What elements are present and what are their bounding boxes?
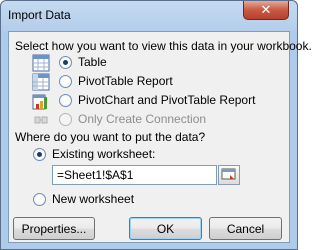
pivotchart-icon	[32, 94, 47, 110]
new-worksheet-radio[interactable]	[33, 193, 46, 206]
pivotchart-radio[interactable]	[59, 94, 72, 107]
connection-option-label: Only Create Connection	[78, 112, 207, 126]
properties-button[interactable]: Properties...	[13, 217, 95, 240]
new-worksheet-label[interactable]: New worksheet	[52, 192, 134, 206]
range-select-icon	[221, 168, 236, 180]
existing-worksheet-label[interactable]: Existing worksheet:	[52, 147, 155, 161]
title-bar[interactable]: Import Data ✕	[1, 1, 297, 31]
dialog-body: Select how you want to view this data in…	[8, 31, 312, 243]
connection-radio	[59, 113, 72, 126]
table-option-label[interactable]: Table	[78, 55, 107, 69]
view-prompt: Select how you want to view this data in…	[15, 39, 312, 53]
existing-worksheet-radio[interactable]	[33, 148, 46, 161]
table-icon	[32, 54, 50, 72]
collapse-dialog-button[interactable]	[218, 165, 240, 185]
destination-prompt: Where do you want to put the data?	[15, 130, 206, 144]
cell-reference-input[interactable]	[52, 165, 217, 185]
pivottable-icon	[32, 73, 50, 91]
pivottable-radio[interactable]	[59, 75, 72, 88]
connection-icon	[34, 116, 48, 124]
close-button[interactable]: ✕	[243, 1, 289, 20]
ok-button[interactable]: OK	[129, 217, 202, 240]
import-data-dialog: Import Data ✕ Select how you want to vie…	[0, 0, 312, 250]
close-icon: ✕	[260, 2, 272, 17]
cancel-button[interactable]: Cancel	[209, 217, 282, 240]
table-radio[interactable]	[59, 56, 72, 69]
dialog-title: Import Data	[8, 8, 71, 22]
pivotchart-option-label[interactable]: PivotChart and PivotTable Report	[78, 93, 255, 107]
pivottable-option-label[interactable]: PivotTable Report	[78, 74, 173, 88]
